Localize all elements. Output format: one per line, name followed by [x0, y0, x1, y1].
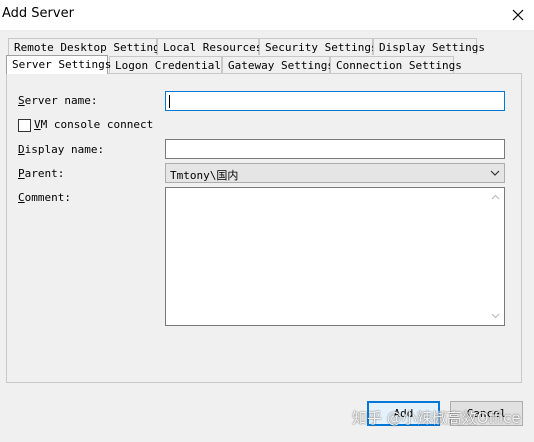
- comment-label: Comment:: [18, 191, 71, 204]
- vm-console-label: VM console connect: [34, 118, 154, 131]
- scroll-down-icon[interactable]: [491, 313, 500, 319]
- close-button[interactable]: [506, 4, 530, 26]
- watermark-text: 知乎 @小辣椒高效Office: [352, 409, 521, 427]
- server-name-input[interactable]: [165, 91, 505, 111]
- comment-textarea[interactable]: [165, 187, 505, 326]
- parent-select-value: Tmtony\国内: [170, 169, 239, 182]
- server-name-label: Server name:: [18, 94, 98, 107]
- text-caret: [169, 95, 170, 108]
- vm-console-checkbox[interactable]: [18, 119, 31, 132]
- parent-label: Parent:: [18, 167, 65, 180]
- tab-remote-desktop-settings[interactable]: Remote Desktop Settings: [8, 38, 166, 55]
- tab-local-resources[interactable]: Local Resources: [157, 38, 262, 55]
- display-name-input[interactable]: [165, 139, 505, 159]
- display-name-label: Display name:: [18, 143, 105, 156]
- tab-logon-credentials[interactable]: Logon Credentials: [109, 56, 228, 73]
- tab-connection-settings[interactable]: Connection Settings: [330, 56, 462, 73]
- tab-server-settings[interactable]: Server Settings: [6, 55, 111, 74]
- window-title: Add Server: [2, 6, 74, 21]
- title-bar: [0, 0, 534, 30]
- parent-select[interactable]: Tmtony\国内: [165, 163, 505, 183]
- comment-scrollbar[interactable]: [487, 188, 504, 325]
- scroll-up-icon[interactable]: [491, 194, 500, 200]
- tab-gateway-settings[interactable]: Gateway Settings: [222, 56, 334, 73]
- tab-security-settings[interactable]: Security Settings: [259, 38, 378, 55]
- close-icon: [512, 9, 524, 21]
- chevron-down-icon: [490, 170, 500, 176]
- tab-display-settings[interactable]: Display Settings: [373, 38, 485, 55]
